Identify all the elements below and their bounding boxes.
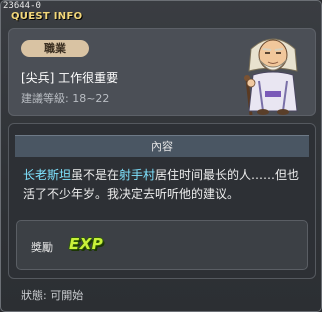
content-header: 內容 <box>15 135 309 157</box>
quest-content-panel: 內容 长老斯坦虽不是在射手村居住时间最长的人……但也活了不少年岁。我决定去听听他… <box>8 123 316 279</box>
exp-icon: EXP <box>69 235 104 253</box>
description-text: 虽不是在 <box>71 168 120 182</box>
quest-info-window: 23644-0 QUEST INFO 職業 [尖兵] 工作很重要 建議等級: 1… <box>0 0 322 312</box>
job-badge: 職業 <box>21 40 89 57</box>
window-title: QUEST INFO <box>11 11 83 22</box>
reward-panel: 獎勵 EXP <box>16 220 308 270</box>
quest-name: [尖兵] 工作很重要 <box>21 71 119 85</box>
level-requirement: 建議等級: 18~22 <box>21 92 110 105</box>
quest-status: 狀態: 可開始 <box>21 289 84 302</box>
location-highlight: 射手村 <box>119 168 156 182</box>
quest-description: 长老斯坦虽不是在射手村居住时间最长的人……但也活了不少年岁。我决定去听听他的建议… <box>23 166 307 204</box>
quest-id: 23644-0 <box>3 1 41 11</box>
reward-label: 獎勵 <box>31 241 53 254</box>
npc-portrait <box>244 38 298 115</box>
npc-name-highlight: 长老斯坦 <box>23 168 72 182</box>
quest-info-panel: 職業 [尖兵] 工作很重要 建議等級: 18~22 <box>8 28 316 116</box>
